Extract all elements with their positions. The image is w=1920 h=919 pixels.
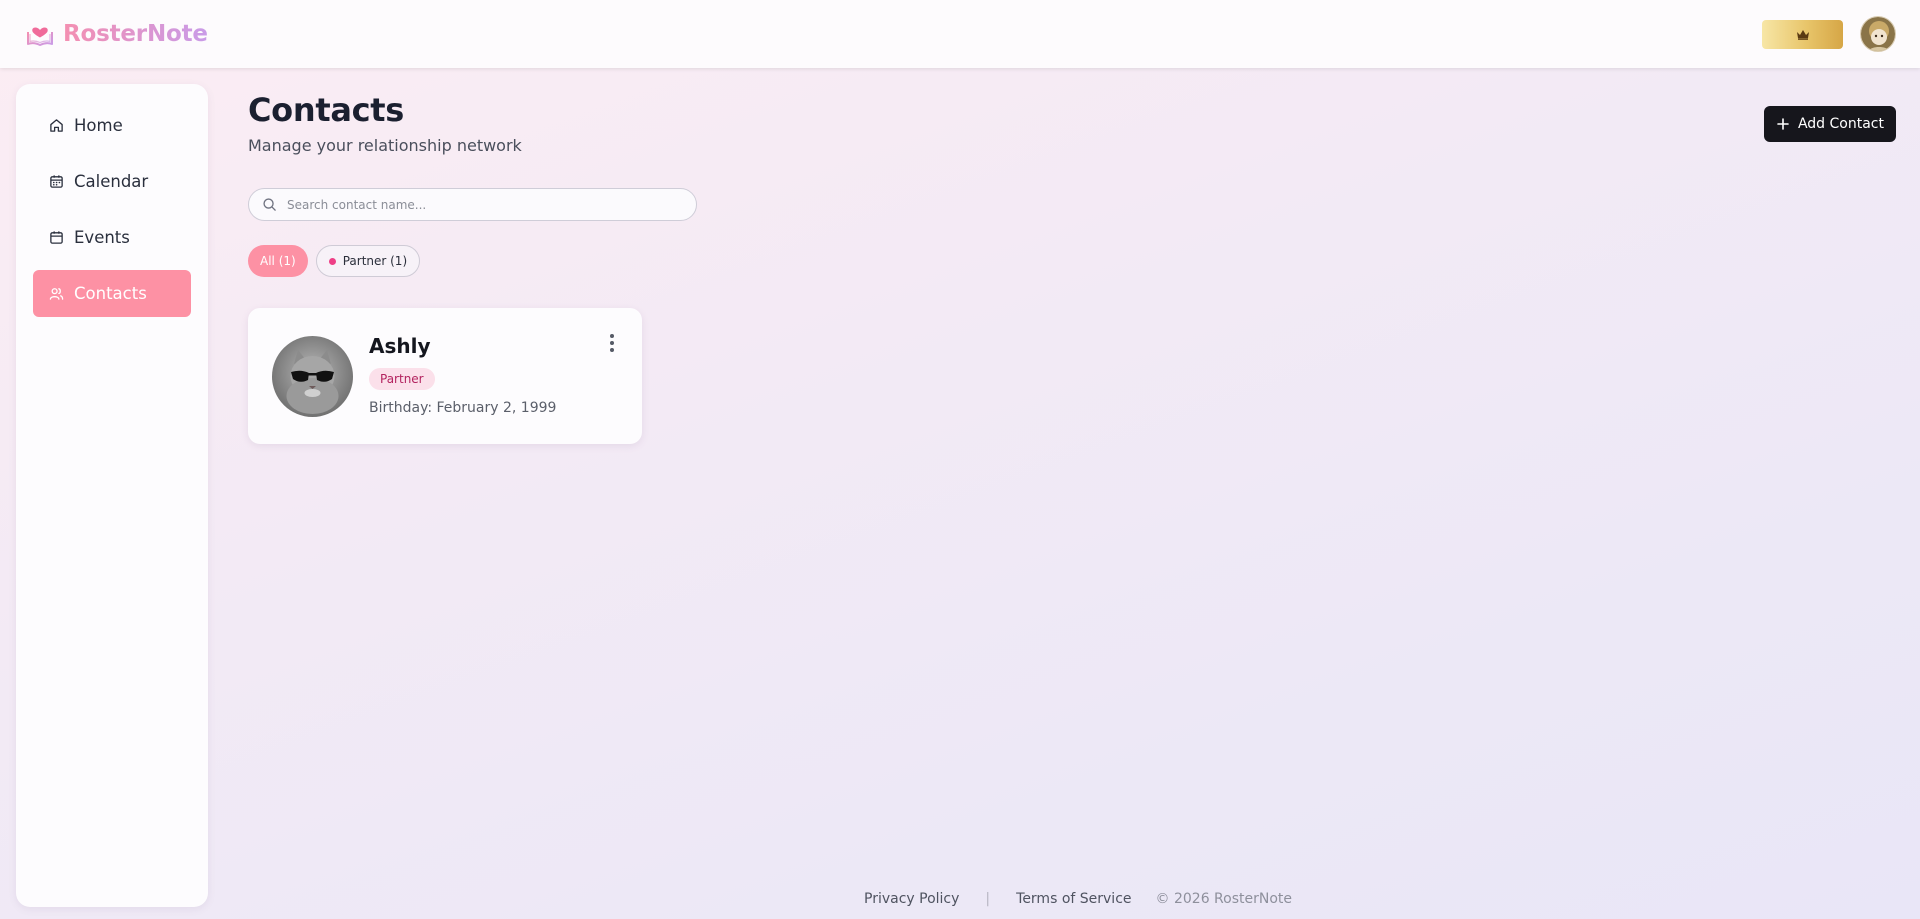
home-icon [50, 119, 63, 132]
search-input[interactable] [287, 197, 683, 212]
filter-chip-label: Partner (1) [342, 254, 408, 268]
add-contact-label: Add Contact [1797, 116, 1884, 132]
cat-sunglasses-photo-icon [272, 336, 353, 417]
filter-chip-label: All (1) [260, 254, 296, 268]
page-subtitle: Manage your relationship network [248, 136, 522, 155]
sidebar-item-label: Calendar [74, 172, 149, 191]
brand-logo[interactable]: RosterNote [25, 19, 208, 49]
sidebar-item-calendar[interactable]: Calendar [33, 158, 191, 205]
avatar-image-icon [1861, 17, 1895, 51]
search-icon [263, 198, 276, 211]
contact-card[interactable]: Ashly Partner Birthday: February 2, 1999 [248, 308, 642, 444]
kebab-dot-icon [610, 348, 614, 352]
sidebar-item-label: Home [74, 116, 123, 135]
main-content: Contacts Manage your relationship networ… [248, 84, 1896, 444]
top-header: RosterNote [0, 0, 1920, 68]
sidebar-item-events[interactable]: Events [33, 214, 191, 261]
book-heart-icon [27, 27, 53, 46]
privacy-policy-link[interactable]: Privacy Policy [864, 891, 959, 907]
copyright-text: © 2026 RosterNote [1155, 891, 1293, 907]
more-options-button[interactable] [604, 332, 620, 354]
contact-tag-badge: Partner [369, 368, 435, 390]
filter-chip-partner[interactable]: Partner (1) [315, 245, 421, 277]
footer: Privacy Policy | Terms of Service © 2026… [864, 891, 1292, 907]
premium-button[interactable] [1762, 19, 1843, 49]
header-actions [1762, 16, 1896, 52]
kebab-dot-icon [610, 334, 614, 338]
page-title: Contacts [248, 91, 405, 129]
kebab-dot-icon [610, 341, 614, 345]
user-avatar[interactable] [1860, 16, 1896, 52]
calendar-icon [50, 231, 63, 244]
plus-icon [1777, 118, 1789, 130]
sidebar-item-contacts[interactable]: Contacts [33, 270, 191, 317]
sidebar-item-home[interactable]: Home [33, 102, 191, 149]
add-contact-button[interactable]: Add Contact [1763, 106, 1896, 142]
contact-birthday: Birthday: February 2, 1999 [369, 400, 557, 416]
sidebar-item-label: Events [74, 228, 130, 247]
search-box [248, 188, 697, 221]
partner-dot-icon [328, 257, 336, 265]
brand-name: RosterNote [63, 21, 208, 47]
sidebar: Home Calendar Events Contacts [16, 84, 208, 907]
contact-avatar [272, 336, 353, 417]
sidebar-item-label: Contacts [74, 284, 147, 303]
filter-chips: All (1) Partner (1) [248, 245, 421, 277]
footer-separator: | [985, 891, 991, 907]
users-icon [49, 288, 64, 300]
crown-icon [1796, 29, 1809, 40]
filter-chip-all[interactable]: All (1) [248, 245, 308, 277]
calendar-icon [50, 175, 63, 188]
terms-of-service-link[interactable]: Terms of Service [1016, 891, 1131, 907]
contact-name: Ashly [369, 334, 431, 358]
